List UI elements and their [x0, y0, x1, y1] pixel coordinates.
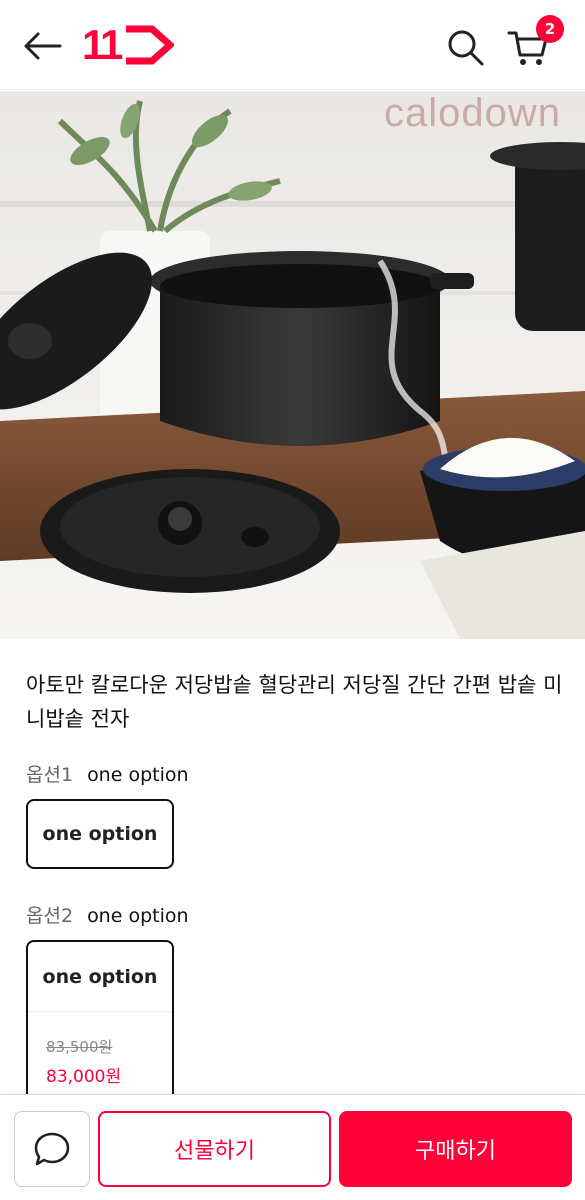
option-1-label: 옵션1 — [26, 764, 74, 786]
option-2-label: 옵션2 — [26, 905, 74, 927]
logo-play-mark — [126, 25, 175, 65]
brand-watermark: calodown — [383, 91, 561, 135]
option-2-chip[interactable]: one option 83,500원 83,000원 — [26, 940, 174, 1100]
option-1-chip[interactable]: one option — [26, 799, 174, 869]
search-icon — [448, 30, 484, 66]
product-title: 아토만 칼로다운 저당밥솥 혈당관리 저당질 간단 간편 밥솥 미니밥솥 전자 — [26, 673, 563, 731]
app-header: 11 2 — [0, 0, 585, 90]
logo-text: 11 — [82, 21, 123, 68]
gift-button[interactable]: 선물하기 — [98, 1111, 331, 1187]
option-2-chip-name: one option — [42, 965, 158, 988]
option-2-selected-value: one option — [87, 905, 189, 927]
option-1-row: 옵션1 one option — [26, 760, 189, 787]
back-arrow-icon — [24, 32, 62, 60]
option-1-selected-value: one option — [87, 764, 189, 786]
rice-cooker-photo — [0, 91, 585, 639]
original-price: 83,500원 — [46, 1038, 113, 1056]
logo[interactable]: 11 — [82, 21, 175, 68]
search-button[interactable] — [442, 24, 488, 70]
chat-button[interactable] — [14, 1111, 90, 1187]
sale-price: 83,000원 — [46, 1067, 122, 1087]
option-1-chip-name: one option — [42, 823, 158, 845]
cart-count-badge: 2 — [536, 15, 564, 43]
back-button[interactable] — [20, 24, 64, 68]
buy-button[interactable]: 구매하기 — [339, 1111, 572, 1187]
option-2-row: 옵션2 one option — [26, 901, 189, 928]
bottom-action-bar: 선물하기 구매하기 — [0, 1094, 585, 1200]
chat-bubble-icon — [34, 1132, 70, 1166]
option-2-chip-header: one option — [28, 942, 172, 1012]
product-image[interactable]: calodown — [0, 91, 585, 639]
